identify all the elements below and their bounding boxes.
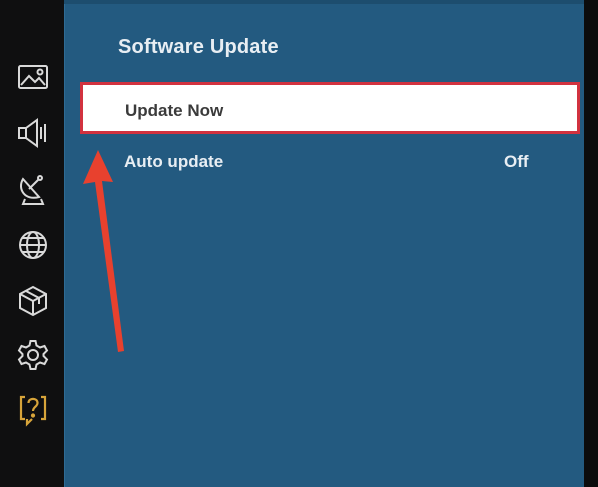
panel-right-edge <box>584 0 598 487</box>
panel-top-strip <box>64 0 584 4</box>
menu-title: Software Update <box>118 36 279 58</box>
settings-gear-icon[interactable] <box>14 336 52 374</box>
annotation-arrow-icon <box>83 150 124 352</box>
sound-icon[interactable] <box>14 114 52 152</box>
picture-icon[interactable] <box>14 58 52 96</box>
apps-box-icon[interactable] <box>14 282 52 320</box>
help-icon[interactable] <box>14 390 52 428</box>
sidebar <box>0 0 64 487</box>
auto-update-item[interactable]: Auto update Off <box>80 146 580 182</box>
update-now-item[interactable]: Update Now <box>80 82 580 134</box>
settings-panel <box>64 0 584 487</box>
auto-update-value: Off <box>504 152 529 171</box>
satellite-icon[interactable] <box>14 170 52 208</box>
network-globe-icon[interactable] <box>14 226 52 264</box>
update-now-label: Update Now <box>125 101 224 120</box>
